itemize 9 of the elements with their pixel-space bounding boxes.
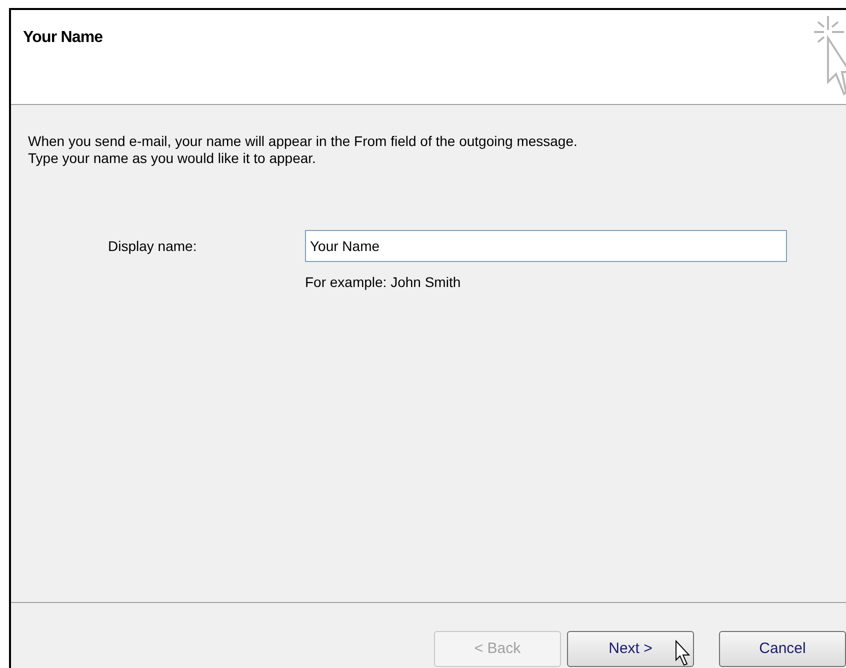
display-name-label: Display name: — [108, 236, 198, 256]
example-hint: For example: John Smith — [305, 273, 462, 292]
instruction-text: When you send e-mail, your name will appear in the From field of the outgoing message. — [28, 133, 578, 150]
wizard-button[interactable]: Next > — [567, 631, 694, 667]
wizard-button[interactable]: Cancel — [719, 631, 846, 667]
page-title: Your Name — [23, 28, 103, 48]
display-name-field[interactable]: Your Name — [305, 230, 787, 262]
mouse-pointer-icon — [675, 640, 691, 666]
instruction-text: Type your name as you would like it to appear. — [28, 150, 317, 167]
